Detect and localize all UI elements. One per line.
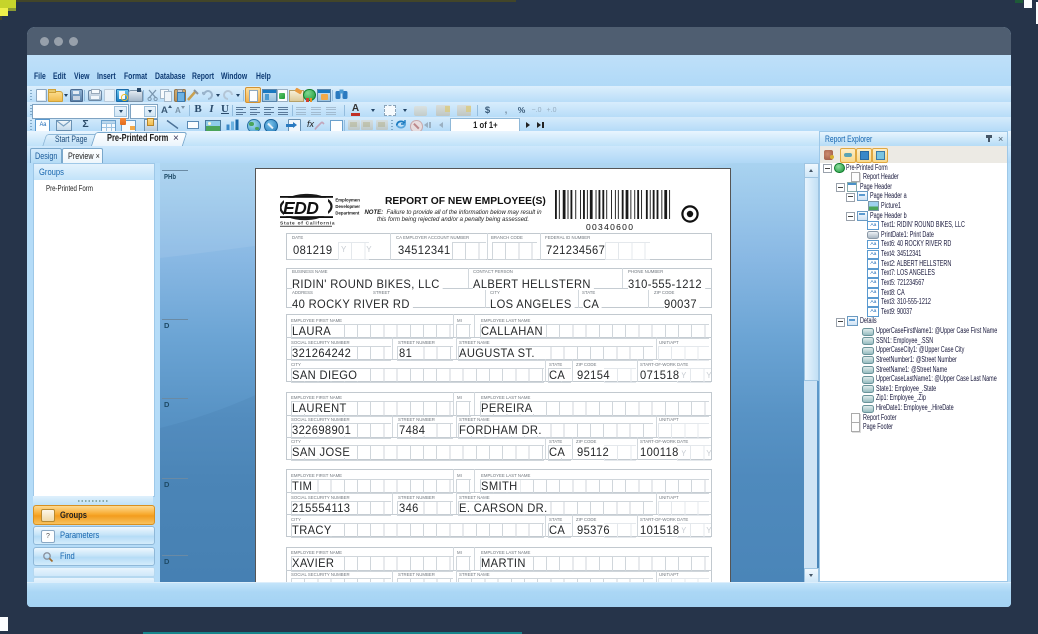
svg-text:EDD: EDD (283, 198, 319, 218)
svg-text:Employment: Employment (335, 197, 360, 202)
svg-text:Development: Development (335, 204, 360, 209)
svg-text:Department: Department (335, 210, 359, 215)
svg-text:State of California: State of California (280, 221, 335, 227)
